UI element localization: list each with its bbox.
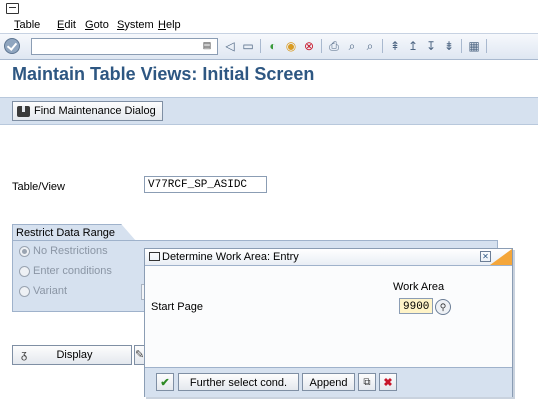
radio-selected-icon <box>19 245 30 257</box>
toolbar-separator <box>461 39 462 53</box>
find-maintenance-dialog-button[interactable]: Find Maintenance Dialog <box>12 101 163 121</box>
close-icon[interactable]: ✕ <box>480 251 491 262</box>
option-label: Enter conditions <box>33 265 112 277</box>
find-maintenance-dialog-label: Find Maintenance Dialog <box>34 105 156 117</box>
cancel-x-icon[interactable]: ✖ <box>379 373 397 391</box>
pencil-icon: ✎ <box>135 349 145 361</box>
start-page-input[interactable]: 9900 <box>399 298 433 314</box>
menu-goto[interactable]: Goto <box>85 19 109 31</box>
save-icon[interactable]: ▭ <box>241 39 255 53</box>
green-back-icon[interactable]: ◐ <box>266 39 280 53</box>
menu-bar: Table Edit Goto System Help <box>0 0 538 33</box>
command-field[interactable] <box>31 38 218 55</box>
glasses-icon: ᵹ <box>20 349 28 361</box>
append-button[interactable]: Append <box>302 373 355 391</box>
command-history-icon[interactable]: ▤ <box>200 38 214 53</box>
toolbar-separator <box>260 39 261 53</box>
toolbar-separator <box>486 39 487 53</box>
dialog-corner-decoration <box>490 249 512 265</box>
layout-icon[interactable]: ▦ <box>467 39 481 53</box>
menu-table[interactable]: Table <box>14 19 40 31</box>
dialog-titlebar: Determine Work Area: Entry ✕ <box>145 249 512 266</box>
start-page-label: Start Page <box>151 301 203 313</box>
window-menu-icon[interactable] <box>6 3 19 14</box>
find-next-icon[interactable]: ⌕ <box>363 39 377 53</box>
enter-check-icon[interactable] <box>4 38 20 54</box>
tableview-input[interactable]: V77RCF_SP_ASIDC <box>144 176 267 193</box>
work-area-label: Work Area <box>393 281 445 293</box>
restrict-data-range-title: Restrict Data Range <box>12 224 137 241</box>
determine-work-area-dialog: Determine Work Area: Entry ✕ Work Area S… <box>144 248 513 397</box>
continue-check-icon[interactable]: ✔ <box>156 373 174 391</box>
radio-icon <box>19 265 30 277</box>
next-page-icon[interactable]: ↧ <box>424 39 438 53</box>
radio-icon <box>19 285 30 297</box>
page-title: Maintain Table Views: Initial Screen <box>12 64 315 84</box>
print-icon[interactable]: ⎙ <box>327 39 341 53</box>
menu-edit[interactable]: Edit <box>57 19 76 31</box>
further-select-cond-button[interactable]: Further select cond. <box>178 373 299 391</box>
dialog-title: Determine Work Area: Entry <box>162 251 299 263</box>
back-icon[interactable]: ◁ <box>223 39 237 53</box>
cancel-icon[interactable]: ⊗ <box>302 39 316 53</box>
display-button[interactable]: ᵹ Display <box>12 345 132 365</box>
option-label: No Restrictions <box>33 245 108 257</box>
binoculars-icon <box>17 105 30 117</box>
display-button-label: Display <box>56 349 93 361</box>
option-variant[interactable]: Variant <box>19 285 67 297</box>
option-enter-conditions[interactable]: Enter conditions <box>19 265 112 277</box>
copy-icon[interactable]: ⧉ <box>358 373 376 391</box>
possible-entries-icon[interactable]: ⚲ <box>435 299 451 315</box>
standard-toolbar: ▤ ◁ ▭ ◐ ◉ ⊗ ⎙ ⌕ ⌕ ⇞ ↥ ↧ ⇟ ▦ <box>0 33 538 60</box>
find-icon[interactable]: ⌕ <box>345 39 359 53</box>
tableview-label: Table/View <box>12 181 65 193</box>
dialog-button-bar: ✔ Further select cond. Append ⧉ ✖ <box>145 367 512 397</box>
application-toolbar: Find Maintenance Dialog <box>0 97 538 125</box>
toolbar-separator <box>382 39 383 53</box>
option-no-restrictions[interactable]: No Restrictions <box>19 245 108 257</box>
prev-page-icon[interactable]: ↥ <box>406 39 420 53</box>
menu-system[interactable]: System <box>117 19 154 31</box>
option-label: Variant <box>33 285 68 297</box>
toolbar-separator <box>321 39 322 53</box>
last-page-icon[interactable]: ⇟ <box>442 39 456 53</box>
exit-icon[interactable]: ◉ <box>284 39 298 53</box>
first-page-icon[interactable]: ⇞ <box>388 39 402 53</box>
window-menu-icon[interactable] <box>149 252 160 261</box>
menu-help[interactable]: Help <box>158 19 181 31</box>
